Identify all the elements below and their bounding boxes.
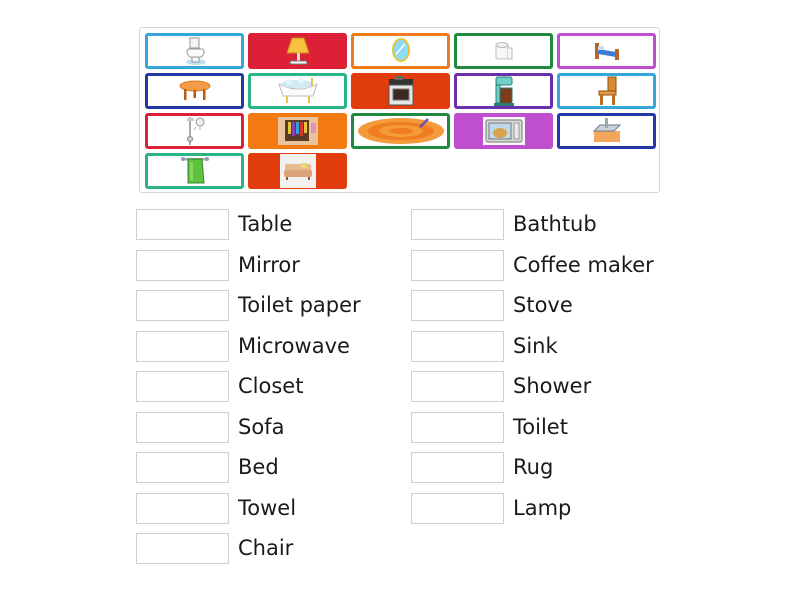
sofa-icon <box>279 154 316 188</box>
chair-icon <box>595 75 619 107</box>
draggable-card-towel[interactable] <box>145 153 244 189</box>
draggable-card-toilet-paper[interactable] <box>454 33 553 69</box>
word-label: Closet <box>238 374 304 398</box>
draggable-card-coffee-maker[interactable] <box>454 73 553 109</box>
word-label: Sink <box>513 333 558 358</box>
stove-icon <box>385 75 417 107</box>
drop-target[interactable] <box>136 492 229 524</box>
word-label: Table <box>238 212 293 236</box>
drop-target[interactable] <box>411 290 504 321</box>
word-label: Rug <box>513 455 554 479</box>
toilet-icon <box>183 36 207 66</box>
bathtub-icon <box>275 76 321 106</box>
drop-target[interactable] <box>136 249 229 281</box>
draggable-card-bathtub[interactable] <box>248 73 347 109</box>
toilet-paper-icon <box>493 40 515 62</box>
word-label: Mirror <box>238 252 300 277</box>
card-tray <box>139 27 660 193</box>
drop-target[interactable] <box>136 371 229 402</box>
drop-target[interactable] <box>411 492 504 524</box>
shower-icon <box>182 115 208 147</box>
towel-icon <box>180 154 210 188</box>
word-label: Sofa <box>238 414 285 439</box>
mirror-icon <box>390 36 412 66</box>
word-label: Bed <box>238 455 279 479</box>
word-label: Toilet <box>513 414 568 439</box>
drop-target[interactable] <box>136 330 229 362</box>
draggable-card-microwave[interactable] <box>454 113 553 149</box>
drop-target[interactable] <box>411 249 504 281</box>
drop-target[interactable] <box>136 209 229 240</box>
word-label: Coffee maker <box>513 252 654 277</box>
coffee-maker-icon <box>491 75 517 107</box>
sink-icon <box>591 117 623 145</box>
microwave-icon <box>480 115 528 147</box>
word-label: Toilet paper <box>238 293 361 317</box>
bed-icon <box>593 40 621 62</box>
rug-icon <box>356 116 446 146</box>
draggable-card-table[interactable] <box>145 73 244 109</box>
draggable-card-mirror[interactable] <box>351 33 450 69</box>
draggable-card-rug[interactable] <box>351 113 450 149</box>
drop-target[interactable] <box>411 411 504 443</box>
draggable-card-shower[interactable] <box>145 113 244 149</box>
drop-target[interactable] <box>136 290 229 321</box>
drop-target[interactable] <box>136 411 229 443</box>
draggable-card-toilet[interactable] <box>145 33 244 69</box>
word-label: Microwave <box>238 333 350 358</box>
draggable-card-chair[interactable] <box>557 73 656 109</box>
drop-target[interactable] <box>411 330 504 362</box>
word-label: Bathtub <box>513 212 597 236</box>
word-label: Chair <box>238 536 294 560</box>
word-label: Lamp <box>513 495 572 520</box>
draggable-card-stove[interactable] <box>351 73 450 109</box>
closet-icon <box>276 115 320 147</box>
word-label: Towel <box>238 495 297 520</box>
draggable-card-bed[interactable] <box>557 33 656 69</box>
draggable-card-closet[interactable] <box>248 113 347 149</box>
drop-target[interactable] <box>411 452 504 483</box>
draggable-card-lamp[interactable] <box>248 33 347 69</box>
word-label: Stove <box>513 293 573 317</box>
word-label: Shower <box>513 374 592 398</box>
drop-target[interactable] <box>411 371 504 402</box>
draggable-card-sink[interactable] <box>557 113 656 149</box>
draggable-card-sofa[interactable] <box>248 153 347 189</box>
drop-target[interactable] <box>136 452 229 483</box>
lamp-icon <box>285 36 311 66</box>
table-icon <box>177 78 213 104</box>
drop-target[interactable] <box>136 533 229 564</box>
drop-target[interactable] <box>411 209 504 240</box>
